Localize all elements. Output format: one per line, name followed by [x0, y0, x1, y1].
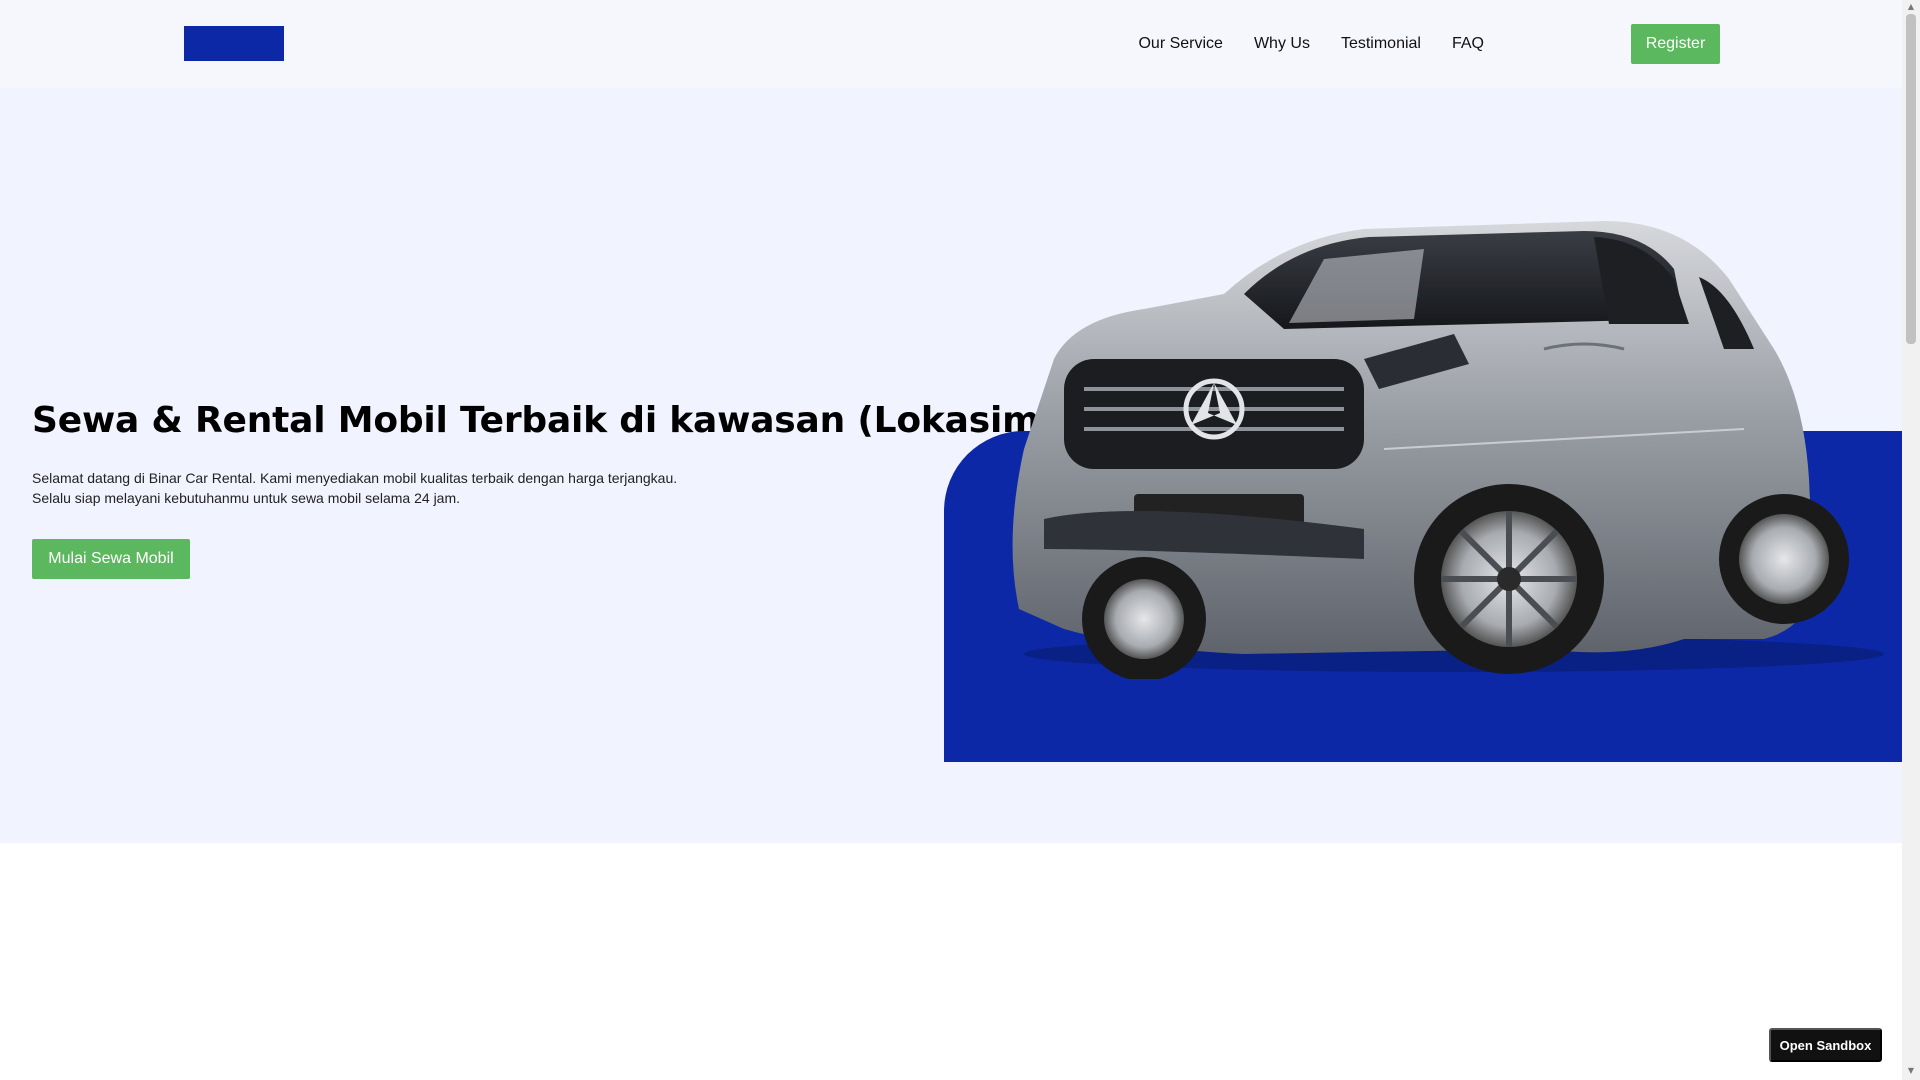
navbar: Our Service Why Us Testimonial FAQ Regis… — [0, 0, 1902, 88]
start-rental-button[interactable]: Mulai Sewa Mobil — [32, 539, 190, 579]
hero-description-line-2: Selalu siap melayani kebutuhanmu untuk s… — [32, 490, 461, 506]
nav-link-faq[interactable]: FAQ — [1452, 35, 1484, 53]
hero-title: Sewa & Rental Mobil Terbaik di kawasan (… — [32, 400, 1082, 441]
nav-link-testimonial[interactable]: Testimonial — [1341, 35, 1421, 53]
nav-links: Our Service Why Us Testimonial FAQ — [1107, 24, 1484, 64]
scroll-thumb[interactable] — [1906, 14, 1916, 344]
nav-link-our-service[interactable]: Our Service — [1138, 35, 1222, 53]
hero-description: Selamat datang di Binar Car Rental. Kami… — [32, 468, 732, 508]
scroll-down-arrow-icon[interactable]: ▼ — [1906, 1066, 1916, 1076]
page-scrollbar[interactable]: ▲ ▼ — [1902, 0, 1920, 1080]
open-sandbox-button[interactable]: Open Sandbox — [1769, 1028, 1882, 1062]
car-image — [1012, 221, 1884, 679]
hero-visual — [944, 199, 1902, 762]
scroll-up-arrow-icon[interactable]: ▲ — [1906, 2, 1916, 12]
logo[interactable] — [184, 26, 284, 61]
hero-description-line-1: Selamat datang di Binar Car Rental. Kami… — [32, 470, 678, 486]
register-button[interactable]: Register — [1631, 24, 1720, 64]
nav-link-why-us[interactable]: Why Us — [1254, 35, 1310, 53]
